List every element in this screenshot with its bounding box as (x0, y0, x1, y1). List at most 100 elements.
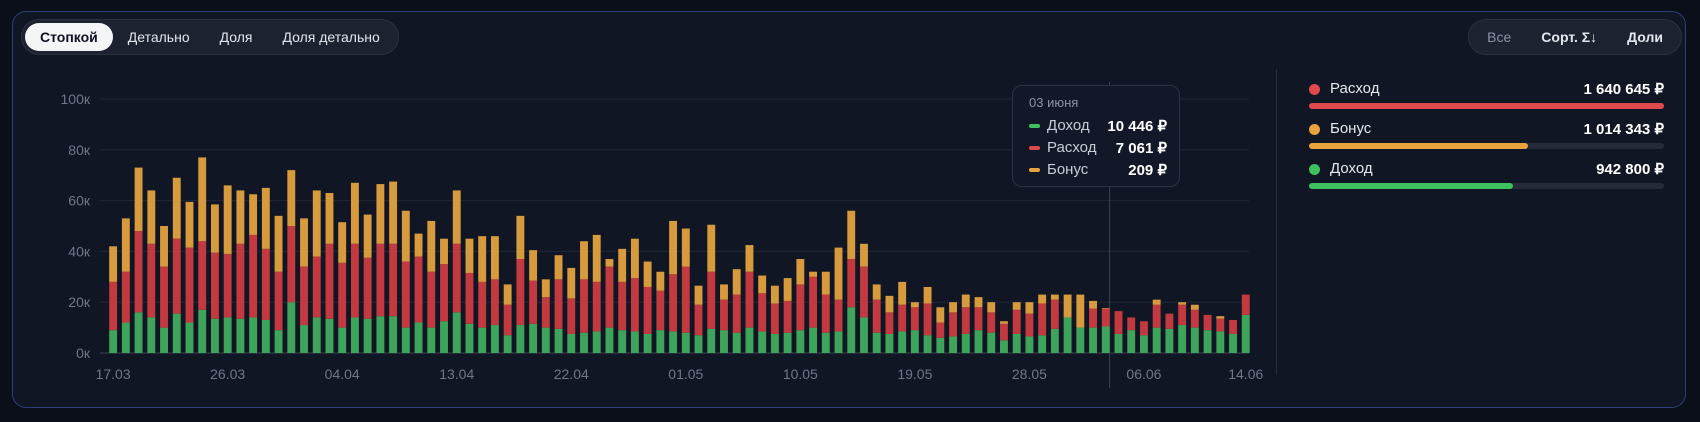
bar-segment-income[interactable] (312, 317, 321, 353)
bar-segment-expense[interactable] (300, 266, 308, 326)
bar-segment-bonus[interactable] (681, 228, 690, 267)
bar-segment-income[interactable] (503, 335, 512, 353)
bar-segment-expense[interactable] (376, 243, 385, 317)
bar-segment-income[interactable] (872, 332, 881, 353)
bar-segment-income[interactable] (847, 307, 856, 353)
bar-segment-expense[interactable] (1012, 309, 1021, 334)
bar-segment-expense[interactable] (490, 279, 499, 326)
bar-segment-bonus[interactable] (809, 271, 818, 277)
bar-segment-income[interactable] (440, 321, 448, 353)
bar-segment-expense[interactable] (541, 297, 550, 328)
bar-segment-income[interactable] (1241, 314, 1250, 353)
bar-segment-bonus[interactable] (1190, 304, 1199, 310)
bar-segment-expense[interactable] (669, 274, 678, 332)
bar-segment-expense[interactable] (923, 303, 932, 336)
bar-segment-expense[interactable] (210, 252, 219, 319)
bar-segment-expense[interactable] (898, 304, 907, 332)
bar-segment-expense[interactable] (198, 241, 207, 310)
bar-segment-expense[interactable] (821, 294, 830, 333)
bar-segment-income[interactable] (1229, 333, 1237, 353)
bar-segment-income[interactable] (885, 333, 894, 353)
bar-segment-expense[interactable] (312, 256, 321, 318)
bar-segment-expense[interactable] (414, 256, 423, 323)
legend-item-bonus[interactable]: Бонус 1 014 343 ₽ (1297, 115, 1670, 155)
bar-segment-bonus[interactable] (376, 184, 385, 244)
bar-segment-bonus[interactable] (529, 250, 538, 281)
bar-segment-bonus[interactable] (961, 294, 970, 308)
bar-segment-expense[interactable] (147, 243, 156, 318)
bar-segment-expense[interactable] (605, 266, 614, 328)
bar-segment-expense[interactable] (618, 281, 627, 331)
bar-segment-income[interactable] (325, 318, 334, 353)
bar-segment-bonus[interactable] (440, 238, 448, 265)
bar-segment-expense[interactable] (274, 271, 283, 331)
bar-segment-bonus[interactable] (198, 157, 207, 242)
bar-segment-expense[interactable] (1050, 299, 1059, 329)
bar-segment-expense[interactable] (1089, 308, 1097, 328)
bar-segment-income[interactable] (134, 312, 143, 353)
bar-segment-expense[interactable] (249, 234, 258, 318)
bar-segment-expense[interactable] (834, 299, 843, 332)
bar-segment-bonus[interactable] (1089, 300, 1097, 309)
bar-segment-income[interactable] (109, 330, 118, 353)
bar-segment-income[interactable] (1025, 336, 1034, 353)
bar-segment-bonus[interactable] (261, 187, 270, 249)
bar-segment-expense[interactable] (809, 276, 818, 328)
bar-segment-bonus[interactable] (936, 307, 945, 323)
bar-segment-income[interactable] (707, 328, 716, 353)
bar-segment-income[interactable] (834, 331, 843, 353)
bar-segment-income[interactable] (1178, 325, 1187, 353)
bar-segment-income[interactable] (860, 317, 868, 353)
bar-segment-bonus[interactable] (567, 267, 576, 299)
bar-segment-expense[interactable] (707, 271, 716, 329)
bar-segment-income[interactable] (732, 332, 741, 353)
bar-segment-bonus[interactable] (720, 284, 728, 300)
bar-segment-expense[interactable] (745, 271, 754, 328)
bar-segment-expense[interactable] (694, 304, 703, 336)
bar-segment-expense[interactable] (440, 264, 448, 322)
bar-segment-expense[interactable] (630, 278, 639, 332)
bar-segment-bonus[interactable] (1216, 316, 1225, 319)
bar-segment-expense[interactable] (592, 281, 601, 332)
bar-segment-income[interactable] (745, 327, 754, 353)
bar-segment-expense[interactable] (516, 259, 525, 326)
bar-segment-income[interactable] (1127, 330, 1136, 353)
bar-segment-bonus[interactable] (923, 286, 932, 304)
bar-segment-expense[interactable] (1241, 294, 1250, 315)
bar-segment-income[interactable] (1012, 333, 1021, 353)
bar-segment-expense[interactable] (1216, 318, 1225, 332)
bar-segment-expense[interactable] (1178, 304, 1187, 326)
bar-segment-bonus[interactable] (287, 170, 296, 226)
bar-segment-bonus[interactable] (516, 215, 525, 260)
bar-segment-bonus[interactable] (325, 192, 334, 244)
bar-segment-bonus[interactable] (694, 285, 703, 305)
bar-segment-bonus[interactable] (121, 218, 130, 272)
bar-segment-income[interactable] (720, 330, 728, 353)
bar-segment-income[interactable] (910, 330, 919, 353)
bar-segment-expense[interactable] (987, 312, 996, 333)
bar-segment-bonus[interactable] (1050, 294, 1059, 300)
bar-segment-expense[interactable] (350, 243, 359, 318)
bar-segment-expense[interactable] (720, 299, 728, 331)
bar-segment-bonus[interactable] (452, 190, 461, 244)
bar-segment-income[interactable] (770, 333, 779, 353)
bar-segment-bonus[interactable] (987, 302, 996, 313)
bar-segment-expense[interactable] (974, 307, 983, 331)
bar-segment-bonus[interactable] (796, 259, 805, 285)
bar-segment-bonus[interactable] (160, 226, 168, 267)
bar-segment-expense[interactable] (503, 304, 512, 336)
bar-segment-income[interactable] (554, 328, 563, 353)
bar-segment-expense[interactable] (478, 281, 487, 328)
bar-segment-bonus[interactable] (389, 181, 398, 244)
bar-segment-expense[interactable] (936, 322, 945, 338)
bar-segment-bonus[interactable] (707, 224, 716, 272)
bar-segment-income[interactable] (1038, 335, 1047, 353)
bar-segment-income[interactable] (987, 332, 996, 353)
bar-segment-bonus[interactable] (465, 238, 474, 273)
bar-segment-income[interactable] (694, 335, 703, 353)
bar-segment-bonus[interactable] (974, 297, 983, 308)
bar-segment-expense[interactable] (261, 248, 270, 320)
bar-segment-income[interactable] (452, 312, 461, 353)
bar-segment-income[interactable] (936, 337, 945, 353)
bar-segment-bonus[interactable] (949, 302, 958, 313)
